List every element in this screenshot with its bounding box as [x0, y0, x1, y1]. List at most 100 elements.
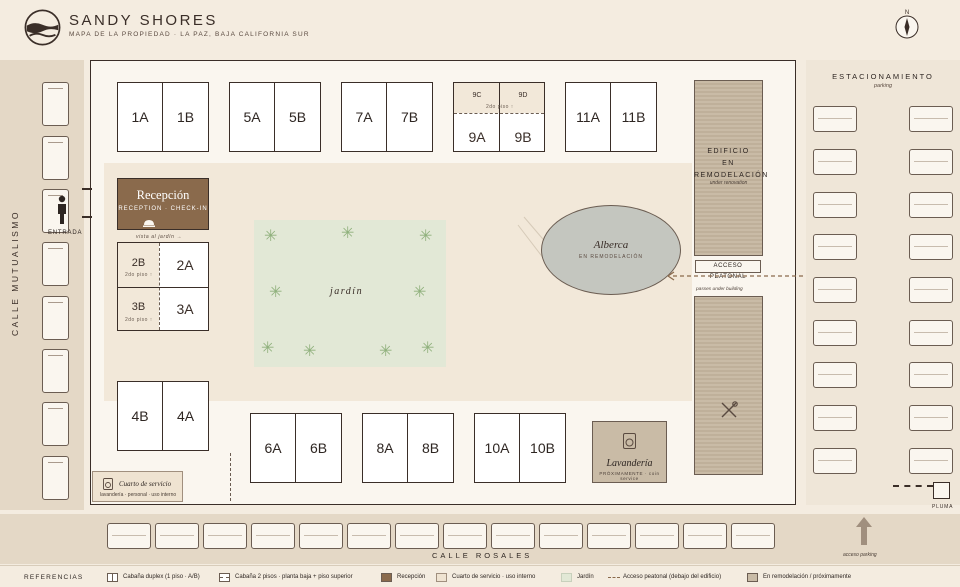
- parking-title: ESTACIONAMIENTO: [832, 72, 934, 81]
- unit-7a[interactable]: 7A: [342, 83, 387, 151]
- street-parking-spot: [42, 136, 69, 180]
- street-parking-spot: [107, 523, 151, 549]
- parking-subtitle: parking: [873, 83, 893, 89]
- palm-tree-icon: ✳: [261, 340, 275, 357]
- street-parking-spot: [731, 523, 775, 549]
- street-parking-spot: [683, 523, 727, 549]
- cabin-9[interactable]: 9C 9D 2do piso ↑ 9A 9B: [453, 82, 545, 152]
- cabin-2-3[interactable]: 2B 2do piso ↑ 2A 3B 2do piso ↑ 3A: [117, 242, 209, 331]
- reception-building[interactable]: Recepción RECEPTION · CHECK-IN: [117, 178, 209, 230]
- cabin-6[interactable]: 6A 6B: [250, 413, 342, 483]
- cabin-1[interactable]: 1A 1B: [117, 82, 209, 152]
- reception-subtitle: RECEPTION · CHECK-IN: [118, 206, 208, 212]
- parking-spot[interactable]: [813, 106, 857, 132]
- unit-11b[interactable]: 11B: [611, 83, 656, 151]
- pedestrian-access-note: passes under building: [696, 287, 743, 292]
- unit-7b[interactable]: 7B: [387, 83, 432, 151]
- street-parking-spot: [587, 523, 631, 549]
- legend-item: Jardín: [577, 574, 594, 580]
- legend-item: Recepción: [397, 574, 426, 580]
- parking-spot[interactable]: [813, 405, 857, 431]
- parking-spot[interactable]: [813, 234, 857, 260]
- parking-spot[interactable]: [813, 277, 857, 303]
- parking-spot[interactable]: [813, 362, 857, 388]
- unit-6a[interactable]: 6A: [251, 414, 296, 482]
- street-parking-spot: [347, 523, 391, 549]
- unit-8b[interactable]: 8B: [408, 414, 453, 482]
- parking-spot[interactable]: [813, 192, 857, 218]
- unit-9b[interactable]: 9B: [500, 129, 546, 145]
- renovation-title-line: EDIFICIO: [707, 148, 750, 155]
- parking-spot[interactable]: [813, 320, 857, 346]
- parking-spot[interactable]: [909, 320, 953, 346]
- page-title: SANDY SHORES: [69, 12, 218, 29]
- street-parking-spot: [539, 523, 583, 549]
- street-parking-spot: [42, 456, 69, 500]
- cabin-10[interactable]: 10A 10B: [474, 413, 566, 483]
- arrow-up-icon: [856, 517, 872, 545]
- legend-title: REFERENCIAS: [24, 574, 84, 581]
- unit-1a[interactable]: 1A: [118, 83, 163, 151]
- unit-9a[interactable]: 9A: [454, 129, 500, 145]
- service-room[interactable]: Cuarto de servicio lavandería · personal…: [92, 471, 183, 502]
- street-parking-spot: [443, 523, 487, 549]
- parking-gate-label: PLUMA: [932, 504, 954, 510]
- palm-tree-icon: ✳: [341, 225, 355, 242]
- legend-item: Cuarto de servicio · uso interno: [452, 574, 536, 580]
- parking-spot[interactable]: [909, 234, 953, 260]
- renovation-building-south[interactable]: [694, 296, 763, 475]
- renovation-title-line: EN: [722, 160, 735, 167]
- street-parking-spot: [635, 523, 679, 549]
- washing-machine-icon: [623, 433, 636, 449]
- unit-4b[interactable]: 4B: [118, 382, 163, 450]
- unit-5b[interactable]: 5B: [275, 83, 320, 151]
- street-parking-spot: [42, 349, 69, 393]
- parking-spot[interactable]: [909, 277, 953, 303]
- unit-9d[interactable]: 9D: [500, 92, 546, 99]
- unit-3b[interactable]: 3B: [118, 301, 159, 313]
- cabin-11[interactable]: 11A 11B: [565, 82, 657, 152]
- unit-2a[interactable]: 2A: [160, 257, 210, 273]
- unit-6b[interactable]: 6B: [296, 414, 341, 482]
- parking-gate-arm: [893, 485, 933, 487]
- pool[interactable]: Alberca EN REMODELACIÓN: [541, 205, 681, 295]
- cabin-5[interactable]: 5A 5B: [229, 82, 321, 152]
- parking-spot[interactable]: [909, 149, 953, 175]
- street-parking-spot: [203, 523, 247, 549]
- parking-spot[interactable]: [909, 362, 953, 388]
- laundry-title: Lavandería: [606, 458, 653, 469]
- unit-10a[interactable]: 10A: [475, 414, 520, 482]
- parking-spot[interactable]: [909, 106, 953, 132]
- parking-spot[interactable]: [813, 149, 857, 175]
- street-parking-spot: [251, 523, 295, 549]
- unit-5a[interactable]: 5A: [230, 83, 275, 151]
- unit-9c[interactable]: 9C: [454, 92, 500, 99]
- unit-2b[interactable]: 2B: [118, 257, 159, 269]
- cabin-7[interactable]: 7A 7B: [341, 82, 433, 152]
- cabin-8[interactable]: 8A 8B: [362, 413, 454, 483]
- unit-3b-floor-note: 2do piso ↑: [125, 317, 153, 323]
- page-subtitle: MAPA DE LA PROPIEDAD · LA PAZ, BAJA CALI…: [69, 31, 310, 38]
- laundry-subtitle: PRÓXIMAMENTE · coin service: [599, 471, 660, 481]
- laundry-building[interactable]: Lavandería PRÓXIMAMENTE · coin service: [592, 421, 667, 483]
- parking-spot[interactable]: [813, 448, 857, 474]
- palm-tree-icon: ✳: [421, 340, 435, 357]
- unit-3a[interactable]: 3A: [160, 301, 210, 317]
- parking-spot[interactable]: [909, 405, 953, 431]
- service-room-icon: [103, 478, 113, 490]
- unit-4a[interactable]: 4A: [163, 382, 208, 450]
- unit-1b[interactable]: 1B: [163, 83, 208, 151]
- service-path: [230, 453, 231, 501]
- unit-8a[interactable]: 8A: [363, 414, 408, 482]
- parking-gate-box[interactable]: [933, 482, 950, 499]
- unit-11a[interactable]: 11A: [566, 83, 611, 151]
- street-parking-spot: [491, 523, 535, 549]
- unit-10b[interactable]: 10B: [520, 414, 565, 482]
- cabin-4[interactable]: 4B 4A: [117, 381, 209, 451]
- palm-tree-icon: ✳: [413, 284, 427, 301]
- palm-tree-icon: ✳: [303, 343, 317, 360]
- parking-spot[interactable]: [909, 192, 953, 218]
- legend-swatch-access: [608, 577, 620, 578]
- parking-spot[interactable]: [909, 448, 953, 474]
- entrance-gate-bottom: [82, 216, 92, 218]
